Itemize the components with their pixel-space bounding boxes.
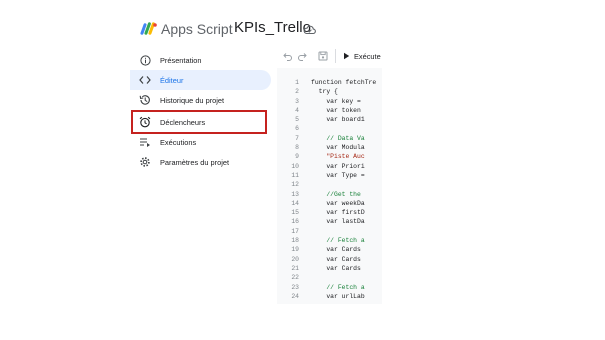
line-number: 19 [291,246,299,254]
code-line: try { [311,88,338,96]
code-line: var Cards [311,264,361,272]
code-icon [138,73,152,87]
line-number: 11 [291,171,299,179]
apps-script-logo-icon [140,22,157,35]
sidebar-item-history[interactable]: Historique du projet [130,90,271,110]
line-number: 8 [295,144,299,152]
line-number: 7 [295,134,299,142]
line-number: 12 [291,181,299,189]
info-icon [138,53,152,67]
code-line: function fetchTre [311,79,377,86]
save-icon[interactable] [318,51,328,61]
line-number: 18 [291,237,299,245]
line-number: 6 [295,125,299,133]
play-icon [344,52,350,60]
code-line: var Cards [311,246,361,254]
line-number: 13 [291,190,299,198]
code-line: var Cards [311,255,361,263]
code-line: var Type = [311,171,365,179]
code-line: // Data Va [311,134,365,142]
line-number: 1 [295,79,299,86]
app-name: Apps Script [161,21,233,37]
line-number: 3 [295,97,299,105]
line-number: 16 [291,218,299,226]
executions-icon [138,135,152,149]
highlight-annotation [131,110,267,134]
line-number: 4 [295,106,299,114]
code-content[interactable]: function fetchTre try { var key = var to… [311,78,382,301]
gear-icon [138,155,152,169]
code-line: var Priori [311,162,365,170]
project-title[interactable]: KPIs_Trello [234,19,311,36]
code-editor[interactable]: 1 2 3 4 5 6 7 8 9 10 11 12 13 14 15 16 17 18 19 20 21 22 23 24 … [277,68,382,304]
code-line: var board1 [311,116,365,124]
code-line: var Modula [311,144,365,152]
undo-icon[interactable] [283,51,293,61]
line-number: 21 [291,264,299,272]
code-line: // Fetch a [311,283,365,291]
line-number: 24 [291,292,299,300]
run-button-label: Exécute [354,51,381,61]
sidebar-item-label: Présentation [160,55,202,65]
history-icon [138,93,152,107]
sidebar-item-label: Éditeur [160,75,184,85]
sidebar-item-presentation[interactable]: Présentation [130,50,271,70]
line-number: 22 [291,274,299,282]
cloud-done-icon [303,25,316,35]
line-number: 15 [291,209,299,217]
redo-icon[interactable] [297,51,307,61]
sidebar-item-label: Paramètres du projet [160,157,230,167]
code-line: // Fetch a [311,237,365,245]
sidebar-item-label: Historique du projet [160,95,225,105]
sidebar-item-project-settings[interactable]: Paramètres du projet [130,152,271,172]
code-line: var token [311,106,361,114]
sidebar-item-editor[interactable]: Éditeur [130,70,271,90]
code-line: var key = [311,97,361,105]
line-number: 17 [291,227,299,235]
line-number: 23 [291,283,299,291]
code-line: var lastDa [311,218,365,226]
line-number: 2 [295,88,299,96]
line-number: 9 [295,153,299,161]
code-line: //Get the [311,190,361,198]
toolbar-divider [335,49,336,63]
line-number: 20 [291,255,299,263]
line-number: 5 [295,116,299,124]
line-number: 10 [291,162,299,170]
code-line: var firstD [311,209,365,217]
run-button[interactable]: Exécute [343,49,381,63]
app-header: Apps Script KPIs_Trello [0,0,605,44]
sidebar-item-executions[interactable]: Exécutions [130,132,271,152]
sidebar-item-label: Exécutions [160,137,197,147]
code-line: var weekDa [311,199,365,207]
line-number: 14 [291,199,299,207]
line-number-gutter: 1 2 3 4 5 6 7 8 9 10 11 12 13 14 15 16 17 18 19 20 21 22 23 24 [277,78,299,301]
code-line: var urlLab [311,292,365,300]
code-line: "Piste Auc [311,153,365,161]
